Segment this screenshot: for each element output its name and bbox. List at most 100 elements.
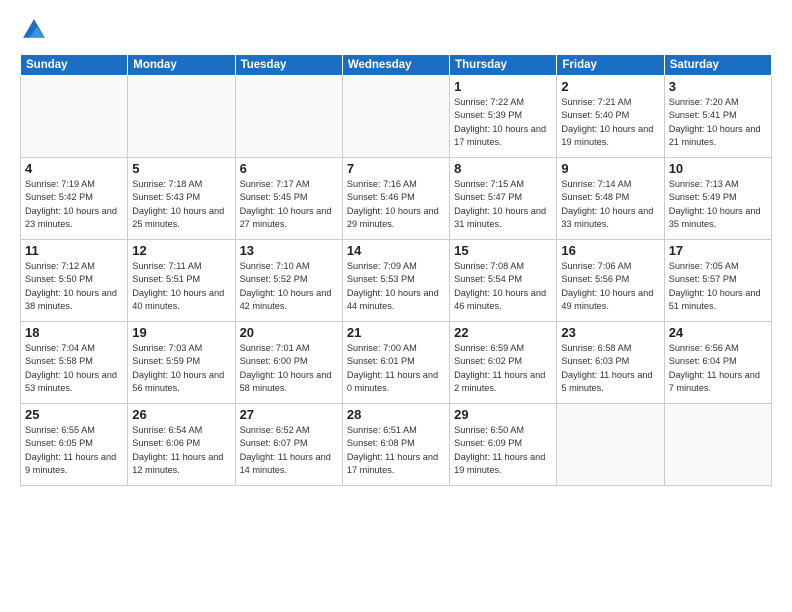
day-number: 11 <box>25 243 123 258</box>
day-number: 20 <box>240 325 338 340</box>
day-info: Sunrise: 7:12 AM Sunset: 5:50 PM Dayligh… <box>25 260 123 313</box>
day-info: Sunrise: 7:08 AM Sunset: 5:54 PM Dayligh… <box>454 260 552 313</box>
day-info: Sunrise: 6:59 AM Sunset: 6:02 PM Dayligh… <box>454 342 552 395</box>
week-row-3: 18 Sunrise: 7:04 AM Sunset: 5:58 PM Dayli… <box>21 322 772 404</box>
day-info: Sunrise: 7:00 AM Sunset: 6:01 PM Dayligh… <box>347 342 445 395</box>
day-number: 9 <box>561 161 659 176</box>
calendar-cell: 15 Sunrise: 7:08 AM Sunset: 5:54 PM Dayli… <box>450 240 557 322</box>
day-info: Sunrise: 6:56 AM Sunset: 6:04 PM Dayligh… <box>669 342 767 395</box>
week-row-1: 4 Sunrise: 7:19 AM Sunset: 5:42 PM Daylig… <box>21 158 772 240</box>
calendar-cell: 23Sunrise: 6:58 AM Sunset: 6:03 PM Dayli… <box>557 322 664 404</box>
weekday-header-sunday: Sunday <box>21 55 128 76</box>
day-info: Sunrise: 7:05 AM Sunset: 5:57 PM Dayligh… <box>669 260 767 313</box>
day-number: 22 <box>454 325 552 340</box>
calendar-cell: 8 Sunrise: 7:15 AM Sunset: 5:47 PM Daylig… <box>450 158 557 240</box>
day-number: 15 <box>454 243 552 258</box>
day-number: 17 <box>669 243 767 258</box>
day-number: 27 <box>240 407 338 422</box>
calendar-cell: 9Sunrise: 7:14 AM Sunset: 5:48 PM Daylig… <box>557 158 664 240</box>
day-number: 12 <box>132 243 230 258</box>
page: SundayMondayTuesdayWednesdayThursdayFrid… <box>0 0 792 612</box>
day-info: Sunrise: 7:10 AM Sunset: 5:52 PM Dayligh… <box>240 260 338 313</box>
day-info: Sunrise: 7:20 AM Sunset: 5:41 PM Dayligh… <box>669 96 767 149</box>
day-info: Sunrise: 7:03 AM Sunset: 5:59 PM Dayligh… <box>132 342 230 395</box>
day-number: 25 <box>25 407 123 422</box>
day-number: 21 <box>347 325 445 340</box>
calendar-cell: 20 Sunrise: 7:01 AM Sunset: 6:00 PM Dayli… <box>235 322 342 404</box>
calendar-cell: 6 Sunrise: 7:17 AM Sunset: 5:45 PM Daylig… <box>235 158 342 240</box>
calendar-cell: 10Sunrise: 7:13 AM Sunset: 5:49 PM Dayli… <box>664 158 771 240</box>
calendar-cell: 11 Sunrise: 7:12 AM Sunset: 5:50 PM Dayli… <box>21 240 128 322</box>
calendar-cell: 18 Sunrise: 7:04 AM Sunset: 5:58 PM Dayli… <box>21 322 128 404</box>
weekday-header-saturday: Saturday <box>664 55 771 76</box>
calendar-cell: 22 Sunrise: 6:59 AM Sunset: 6:02 PM Dayli… <box>450 322 557 404</box>
calendar-cell: 13 Sunrise: 7:10 AM Sunset: 5:52 PM Dayli… <box>235 240 342 322</box>
calendar: SundayMondayTuesdayWednesdayThursdayFrid… <box>20 54 772 486</box>
calendar-cell: 3Sunrise: 7:20 AM Sunset: 5:41 PM Daylig… <box>664 76 771 158</box>
day-info: Sunrise: 7:21 AM Sunset: 5:40 PM Dayligh… <box>561 96 659 149</box>
calendar-cell: 16 Sunrise: 7:06 AM Sunset: 5:56 PM Dayli… <box>557 240 664 322</box>
day-number: 18 <box>25 325 123 340</box>
day-number: 19 <box>132 325 230 340</box>
day-info: Sunrise: 7:17 AM Sunset: 5:45 PM Dayligh… <box>240 178 338 231</box>
calendar-cell: 2 Sunrise: 7:21 AM Sunset: 5:40 PM Daylig… <box>557 76 664 158</box>
day-info: Sunrise: 6:51 AM Sunset: 6:08 PM Dayligh… <box>347 424 445 477</box>
calendar-cell: 24 Sunrise: 6:56 AM Sunset: 6:04 PM Dayli… <box>664 322 771 404</box>
day-info: Sunrise: 6:55 AM Sunset: 6:05 PM Dayligh… <box>25 424 123 477</box>
day-number: 14 <box>347 243 445 258</box>
calendar-cell <box>21 76 128 158</box>
day-info: Sunrise: 7:01 AM Sunset: 6:00 PM Dayligh… <box>240 342 338 395</box>
day-number: 7 <box>347 161 445 176</box>
day-info: Sunrise: 6:54 AM Sunset: 6:06 PM Dayligh… <box>132 424 230 477</box>
day-info: Sunrise: 7:15 AM Sunset: 5:47 PM Dayligh… <box>454 178 552 231</box>
day-info: Sunrise: 7:18 AM Sunset: 5:43 PM Dayligh… <box>132 178 230 231</box>
weekday-header-row: SundayMondayTuesdayWednesdayThursdayFrid… <box>21 55 772 76</box>
day-number: 24 <box>669 325 767 340</box>
day-info: Sunrise: 6:52 AM Sunset: 6:07 PM Dayligh… <box>240 424 338 477</box>
week-row-0: 1 Sunrise: 7:22 AM Sunset: 5:39 PM Daylig… <box>21 76 772 158</box>
day-number: 5 <box>132 161 230 176</box>
week-row-4: 25 Sunrise: 6:55 AM Sunset: 6:05 PM Dayli… <box>21 404 772 486</box>
calendar-cell <box>557 404 664 486</box>
day-info: Sunrise: 7:06 AM Sunset: 5:56 PM Dayligh… <box>561 260 659 313</box>
week-row-2: 11 Sunrise: 7:12 AM Sunset: 5:50 PM Dayli… <box>21 240 772 322</box>
header <box>20 16 772 44</box>
calendar-cell: 27 Sunrise: 6:52 AM Sunset: 6:07 PM Dayli… <box>235 404 342 486</box>
calendar-cell <box>664 404 771 486</box>
calendar-cell: 14Sunrise: 7:09 AM Sunset: 5:53 PM Dayli… <box>342 240 449 322</box>
weekday-header-monday: Monday <box>128 55 235 76</box>
day-number: 8 <box>454 161 552 176</box>
day-info: Sunrise: 6:58 AM Sunset: 6:03 PM Dayligh… <box>561 342 659 395</box>
weekday-header-thursday: Thursday <box>450 55 557 76</box>
calendar-cell <box>342 76 449 158</box>
day-info: Sunrise: 6:50 AM Sunset: 6:09 PM Dayligh… <box>454 424 552 477</box>
weekday-header-wednesday: Wednesday <box>342 55 449 76</box>
day-number: 16 <box>561 243 659 258</box>
calendar-cell: 29Sunrise: 6:50 AM Sunset: 6:09 PM Dayli… <box>450 404 557 486</box>
calendar-cell: 17 Sunrise: 7:05 AM Sunset: 5:57 PM Dayli… <box>664 240 771 322</box>
calendar-cell: 1 Sunrise: 7:22 AM Sunset: 5:39 PM Daylig… <box>450 76 557 158</box>
weekday-header-friday: Friday <box>557 55 664 76</box>
day-number: 10 <box>669 161 767 176</box>
calendar-cell: 12 Sunrise: 7:11 AM Sunset: 5:51 PM Dayli… <box>128 240 235 322</box>
day-number: 1 <box>454 79 552 94</box>
day-info: Sunrise: 7:11 AM Sunset: 5:51 PM Dayligh… <box>132 260 230 313</box>
calendar-cell: 19 Sunrise: 7:03 AM Sunset: 5:59 PM Dayli… <box>128 322 235 404</box>
calendar-cell: 5 Sunrise: 7:18 AM Sunset: 5:43 PM Daylig… <box>128 158 235 240</box>
day-info: Sunrise: 7:19 AM Sunset: 5:42 PM Dayligh… <box>25 178 123 231</box>
calendar-cell: 7 Sunrise: 7:16 AM Sunset: 5:46 PM Daylig… <box>342 158 449 240</box>
calendar-cell <box>235 76 342 158</box>
weekday-header-tuesday: Tuesday <box>235 55 342 76</box>
day-number: 13 <box>240 243 338 258</box>
calendar-cell: 21 Sunrise: 7:00 AM Sunset: 6:01 PM Dayli… <box>342 322 449 404</box>
day-number: 2 <box>561 79 659 94</box>
calendar-cell: 26Sunrise: 6:54 AM Sunset: 6:06 PM Dayli… <box>128 404 235 486</box>
day-number: 4 <box>25 161 123 176</box>
day-info: Sunrise: 7:04 AM Sunset: 5:58 PM Dayligh… <box>25 342 123 395</box>
day-info: Sunrise: 7:16 AM Sunset: 5:46 PM Dayligh… <box>347 178 445 231</box>
calendar-cell <box>128 76 235 158</box>
day-info: Sunrise: 7:22 AM Sunset: 5:39 PM Dayligh… <box>454 96 552 149</box>
day-number: 6 <box>240 161 338 176</box>
calendar-cell: 25 Sunrise: 6:55 AM Sunset: 6:05 PM Dayli… <box>21 404 128 486</box>
logo <box>20 16 52 44</box>
